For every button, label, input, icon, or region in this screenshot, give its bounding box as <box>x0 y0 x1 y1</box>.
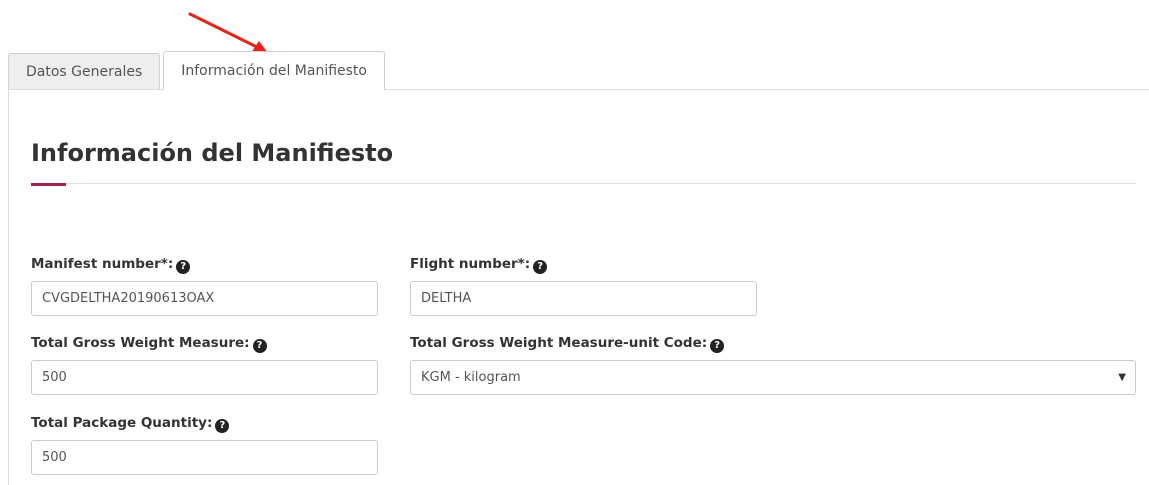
total-package-quantity-label-text: Total Package Quantity: <box>31 415 213 431</box>
manifest-number-input[interactable] <box>31 281 378 316</box>
question-circle-icon[interactable]: ? <box>215 419 230 433</box>
title-divider <box>31 183 1136 184</box>
flight-number-field-group: Flight number*:? <box>410 255 757 316</box>
total-gross-weight-input[interactable] <box>31 360 378 395</box>
tab-bar: Datos Generales Información del Manifies… <box>8 51 385 90</box>
page-title: Información del Manifiesto <box>31 139 394 167</box>
weight-unit-code-label-text: Total Gross Weight Measure-unit Code: <box>410 335 708 351</box>
total-gross-weight-label-text: Total Gross Weight Measure: <box>31 335 250 351</box>
flight-number-label: Flight number*:? <box>410 255 757 274</box>
manifest-number-field-group: Manifest number*:? <box>31 255 378 316</box>
question-circle-icon[interactable]: ? <box>533 260 548 274</box>
total-package-quantity-field-group: Total Package Quantity:? <box>31 414 378 475</box>
question-circle-icon[interactable]: ? <box>710 339 725 353</box>
tab-informacion-del-manifiesto[interactable]: Información del Manifiesto <box>163 51 385 90</box>
total-package-quantity-label: Total Package Quantity:? <box>31 414 378 433</box>
manifest-page: Datos Generales Información del Manifies… <box>0 0 1149 485</box>
weight-unit-code-select[interactable]: KGM - kilogram ▼ <box>410 360 1136 395</box>
panel-border <box>8 89 9 485</box>
weight-unit-code-selected-value: KGM - kilogram <box>421 370 521 385</box>
manifest-number-label-text: Manifest number*: <box>31 256 174 272</box>
flight-number-input[interactable] <box>410 281 757 316</box>
title-accent-bar <box>31 183 66 186</box>
flight-number-label-text: Flight number*: <box>410 256 531 272</box>
question-circle-icon[interactable]: ? <box>176 260 191 274</box>
weight-unit-code-label: Total Gross Weight Measure-unit Code:? <box>410 334 1136 353</box>
total-gross-weight-field-group: Total Gross Weight Measure:? <box>31 334 378 395</box>
caret-down-icon: ▼ <box>1118 372 1126 383</box>
total-gross-weight-label: Total Gross Weight Measure:? <box>31 334 378 353</box>
total-package-quantity-input[interactable] <box>31 440 378 475</box>
manifest-number-label: Manifest number*:? <box>31 255 378 274</box>
question-circle-icon[interactable]: ? <box>252 339 267 353</box>
weight-unit-code-field-group: Total Gross Weight Measure-unit Code:? K… <box>410 334 1136 395</box>
tab-datos-generales[interactable]: Datos Generales <box>8 53 161 90</box>
